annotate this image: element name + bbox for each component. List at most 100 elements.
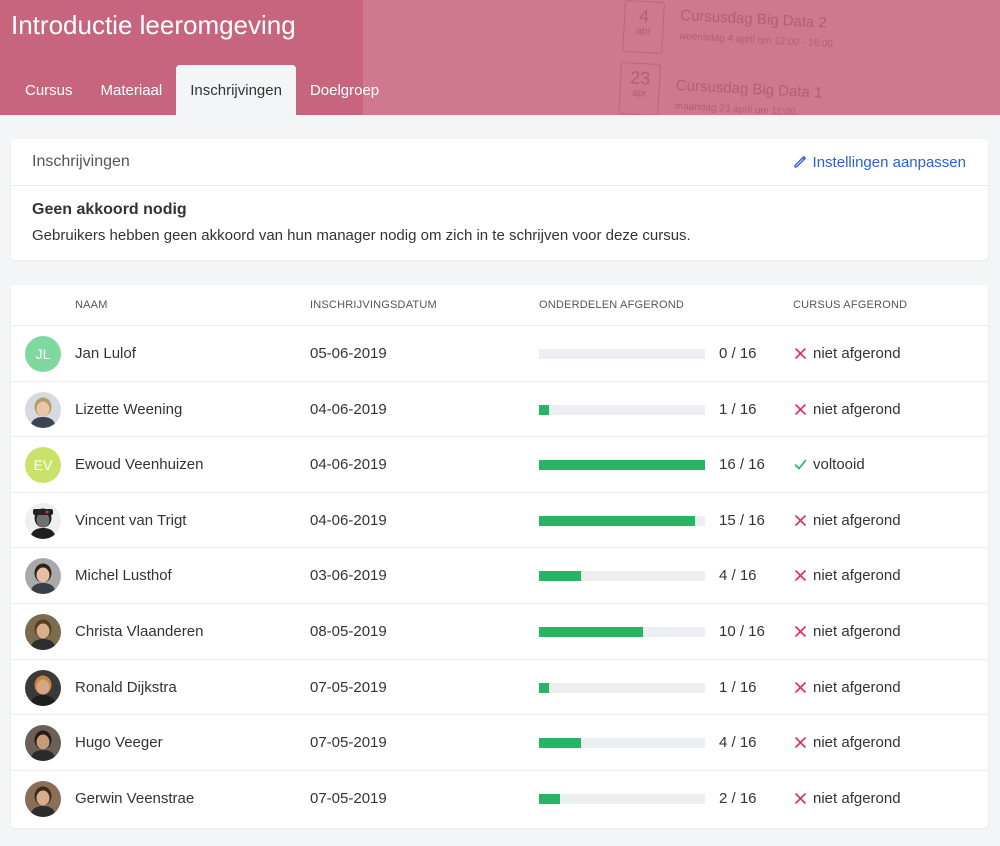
progress-bar-fill bbox=[539, 738, 581, 749]
table-row[interactable]: Vincent van Trigt 04-06-2019 15 / 16 niet a… bbox=[11, 493, 988, 549]
table-row[interactable]: Ronald Dijkstra 07-05-2019 1 / 16 niet afge… bbox=[11, 660, 988, 716]
status-label: niet afgerond bbox=[813, 511, 901, 529]
user-name: Ewoud Veenhuizen bbox=[75, 456, 204, 474]
table-row[interactable]: Gerwin Veenstrae 07-05-2019 2 / 16 niet afg… bbox=[11, 771, 988, 827]
completion-status: niet afgerond bbox=[793, 734, 901, 751]
column-header-date[interactable]: INSCHRIJVINGSDATUM bbox=[310, 299, 437, 311]
status-label: niet afgerond bbox=[813, 789, 901, 807]
cross-icon bbox=[793, 347, 807, 360]
enrollment-date: 03-06-2019 bbox=[310, 567, 387, 585]
progress-bar bbox=[539, 460, 705, 471]
status-label: niet afgerond bbox=[813, 400, 901, 418]
progress-count: 4 / 16 bbox=[719, 567, 757, 585]
avatar-photo bbox=[30, 730, 56, 762]
progress-bar bbox=[539, 682, 705, 693]
progress-bar bbox=[539, 515, 705, 526]
user-name: Ronald Dijkstra bbox=[75, 678, 177, 696]
avatar bbox=[25, 725, 61, 762]
edit-settings-label: Instellingen aanpassen bbox=[812, 153, 966, 171]
progress-bar bbox=[539, 793, 705, 804]
background-event-title: Cursusdag Big Data 1 bbox=[675, 76, 823, 102]
tab-cursus[interactable]: Cursus bbox=[11, 65, 87, 115]
settings-card-title: Inschrijvingen bbox=[32, 153, 130, 170]
settings-card-body: Geen akkoord nodig Gebruikers hebben gee… bbox=[11, 186, 988, 259]
header-background: 4 apr Cursusdag Big Data 2 woensdag 4 ap… bbox=[363, 0, 1000, 115]
settings-card-header: Inschrijvingen Instellingen aanpassen bbox=[11, 139, 988, 186]
enrollment-date: 07-05-2019 bbox=[310, 734, 387, 752]
progress-bar-fill bbox=[539, 460, 705, 471]
progress-bar-fill bbox=[539, 626, 643, 637]
avatar-initials: EV bbox=[33, 457, 53, 474]
status-label: niet afgerond bbox=[813, 345, 901, 362]
avatar bbox=[25, 391, 61, 428]
user-name: Michel Lusthof bbox=[75, 567, 172, 585]
status-label: niet afgerond bbox=[813, 734, 901, 752]
column-header-completed[interactable]: CURSUS AFGEROND bbox=[793, 299, 907, 311]
background-event-date: 4 apr bbox=[622, 0, 665, 55]
pencil-icon bbox=[793, 156, 806, 168]
progress-bar bbox=[539, 349, 705, 359]
table-row[interactable]: Hugo Veeger 07-05-2019 4 / 16 niet afgerond bbox=[11, 715, 988, 771]
status-label: niet afgerond bbox=[813, 678, 901, 696]
user-name: Vincent van Trigt bbox=[75, 511, 187, 529]
tab-inschrijvingen[interactable]: Inschrijvingen bbox=[176, 65, 296, 115]
enrollment-date: 07-05-2019 bbox=[310, 678, 387, 696]
tab-doelgroep[interactable]: Doelgroep bbox=[296, 65, 393, 115]
progress-count: 2 / 16 bbox=[719, 789, 757, 807]
cross-icon bbox=[793, 792, 807, 805]
column-header-parts[interactable]: ONDERDELEN AFGEROND bbox=[539, 299, 684, 311]
avatar-photo bbox=[30, 675, 56, 706]
table-row[interactable]: Lizette Weening 04-06-2019 1 / 16 niet afge… bbox=[11, 382, 988, 438]
avatar bbox=[25, 780, 61, 817]
table-row[interactable]: Christa Vlaanderen 08-05-2019 10 / 16 niet … bbox=[11, 604, 988, 660]
column-header-name[interactable]: NAAM bbox=[75, 299, 108, 311]
progress-count: 1 / 16 bbox=[719, 400, 757, 418]
cross-icon bbox=[793, 681, 807, 694]
tab-materiaal[interactable]: Materiaal bbox=[87, 65, 177, 115]
user-name: Hugo Veeger bbox=[75, 734, 163, 752]
avatar-photo bbox=[30, 619, 56, 650]
status-label: voltooid bbox=[813, 456, 865, 474]
table-row[interactable]: EV Ewoud Veenhuizen 04-06-2019 16 / 16 volto… bbox=[11, 437, 988, 493]
enrollment-date: 04-06-2019 bbox=[310, 400, 387, 418]
progress-count: 0 / 16 bbox=[719, 345, 757, 362]
completion-status: niet afgerond bbox=[793, 567, 901, 584]
background-event-subtitle: maandag 23 april om 11:00 bbox=[674, 100, 796, 115]
enrollments-table: NAAM INSCHRIJVINGSDATUM ONDERDELEN AFGER… bbox=[11, 285, 988, 828]
avatar bbox=[25, 502, 61, 539]
progress-bar bbox=[539, 571, 705, 582]
background-event-month: apr bbox=[635, 25, 651, 38]
progress-count: 10 / 16 bbox=[719, 622, 765, 640]
user-name: Christa Vlaanderen bbox=[75, 622, 204, 640]
cross-icon bbox=[793, 569, 807, 582]
enrollment-date: 07-05-2019 bbox=[310, 789, 387, 807]
progress-count: 4 / 16 bbox=[719, 734, 757, 752]
background-event-title: Cursusdag Big Data 2 bbox=[679, 6, 828, 32]
course-header: 4 apr Cursusdag Big Data 2 woensdag 4 ap… bbox=[0, 0, 1000, 115]
avatar: EV bbox=[25, 447, 61, 484]
progress-bar bbox=[539, 404, 705, 415]
approval-heading: Geen akkoord nodig bbox=[32, 201, 187, 218]
completion-status: niet afgerond bbox=[793, 623, 901, 640]
progress-count: 15 / 16 bbox=[719, 511, 765, 529]
cross-icon bbox=[793, 736, 807, 749]
cross-icon bbox=[793, 625, 807, 638]
completion-status: voltooid bbox=[793, 456, 865, 473]
progress-bar-fill bbox=[539, 571, 581, 582]
completion-status: niet afgerond bbox=[793, 345, 901, 362]
completion-status: niet afgerond bbox=[793, 790, 901, 807]
completion-status: niet afgerond bbox=[793, 512, 901, 529]
cross-icon bbox=[793, 514, 807, 527]
avatar: JL bbox=[25, 336, 61, 372]
progress-bar bbox=[539, 738, 705, 749]
cross-icon bbox=[793, 403, 807, 416]
table-header: NAAM INSCHRIJVINGSDATUM ONDERDELEN AFGER… bbox=[11, 285, 988, 326]
edit-settings-link[interactable]: Instellingen aanpassen bbox=[793, 154, 966, 171]
background-event-subtitle: woensdag 4 april om 12:00 - 16:00 bbox=[678, 30, 834, 50]
course-tabs: Cursus Materiaal Inschrijvingen Doelgroe… bbox=[11, 65, 393, 115]
table-row[interactable]: JL Jan Lulof 05-06-2019 0 / 16 niet afgerond bbox=[11, 326, 988, 382]
status-label: niet afgerond bbox=[813, 622, 901, 640]
user-name: Lizette Weening bbox=[75, 400, 183, 418]
table-row[interactable]: Michel Lusthof 03-06-2019 4 / 16 niet afger… bbox=[11, 548, 988, 604]
enrollment-settings-card: Inschrijvingen Instellingen aanpassen Ge… bbox=[11, 139, 988, 260]
